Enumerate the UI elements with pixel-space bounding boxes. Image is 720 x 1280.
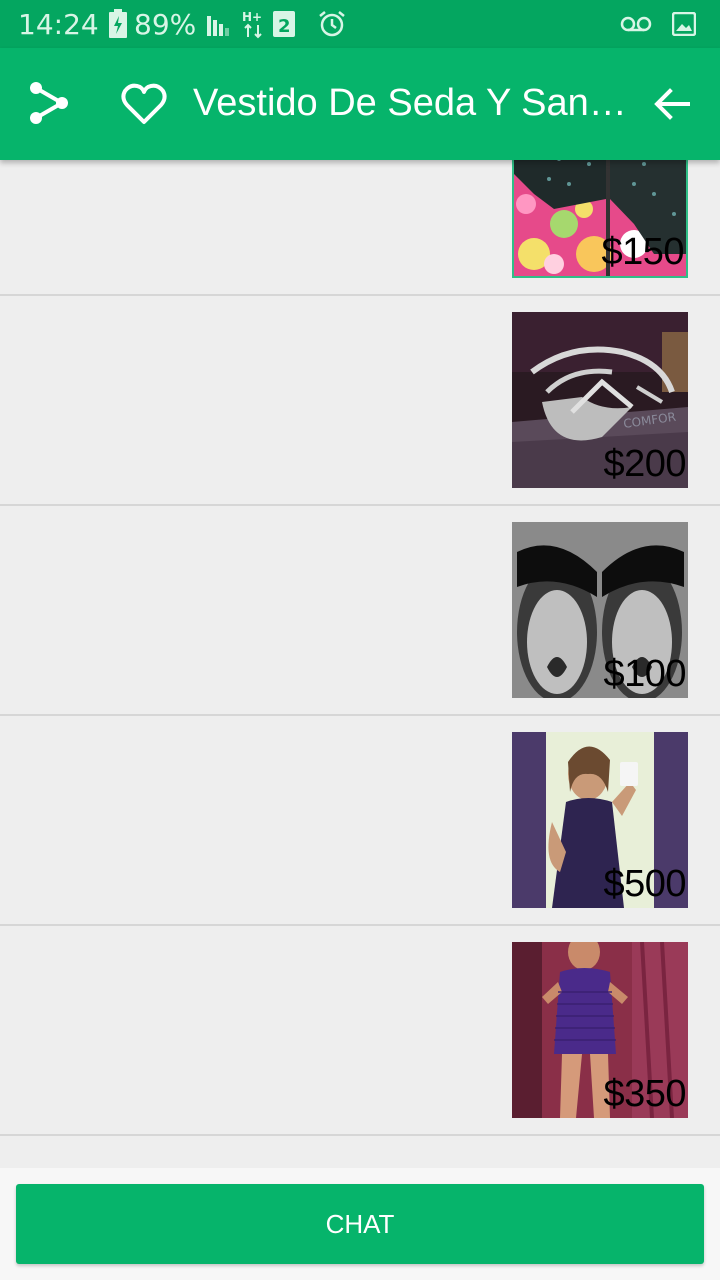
- product-image[interactable]: $500: [512, 732, 688, 908]
- list-item[interactable]: $100: [0, 506, 720, 716]
- heart-icon[interactable]: [120, 82, 168, 126]
- product-image[interactable]: $350: [512, 942, 688, 1118]
- svg-text:2: 2: [278, 16, 291, 37]
- list-item[interactable]: $350: [0, 926, 720, 1136]
- status-time: 14:24: [18, 8, 99, 41]
- signal-icon: [207, 16, 229, 36]
- chat-button[interactable]: CHAT: [16, 1184, 704, 1264]
- price-label: $150: [601, 231, 684, 273]
- price-label: $350: [603, 1073, 686, 1115]
- gallery-icon: [672, 12, 696, 36]
- sim-2-icon: 2: [273, 11, 295, 37]
- voicemail-icon: [620, 16, 652, 32]
- list-item[interactable]: COMFOR $200: [0, 296, 720, 506]
- page-title: Vestido De Seda Y Sandalias: [193, 82, 633, 124]
- svg-text:H+: H+: [242, 10, 262, 24]
- price-label: $100: [603, 653, 686, 695]
- share-icon[interactable]: [26, 80, 70, 126]
- alarm-icon: [319, 11, 345, 37]
- hplus-data-icon: H+: [242, 10, 262, 39]
- back-arrow-icon[interactable]: [652, 84, 692, 124]
- battery-charging-icon: [109, 9, 127, 38]
- app-bar: Vestido De Seda Y Sandalias: [0, 48, 720, 160]
- price-label: $200: [603, 443, 686, 485]
- product-image[interactable]: $100: [512, 522, 688, 698]
- product-image[interactable]: COMFOR $200: [512, 312, 688, 488]
- battery-percent: 89%: [134, 8, 197, 41]
- status-bar: 14:24 89% H+ 2: [0, 0, 720, 48]
- list-item[interactable]: $500: [0, 716, 720, 926]
- bottom-bar: CHAT: [0, 1168, 720, 1280]
- price-label: $500: [603, 863, 686, 905]
- screen: $150 COMFOR $200 $100 $500 $350 14:24 89…: [0, 0, 720, 1280]
